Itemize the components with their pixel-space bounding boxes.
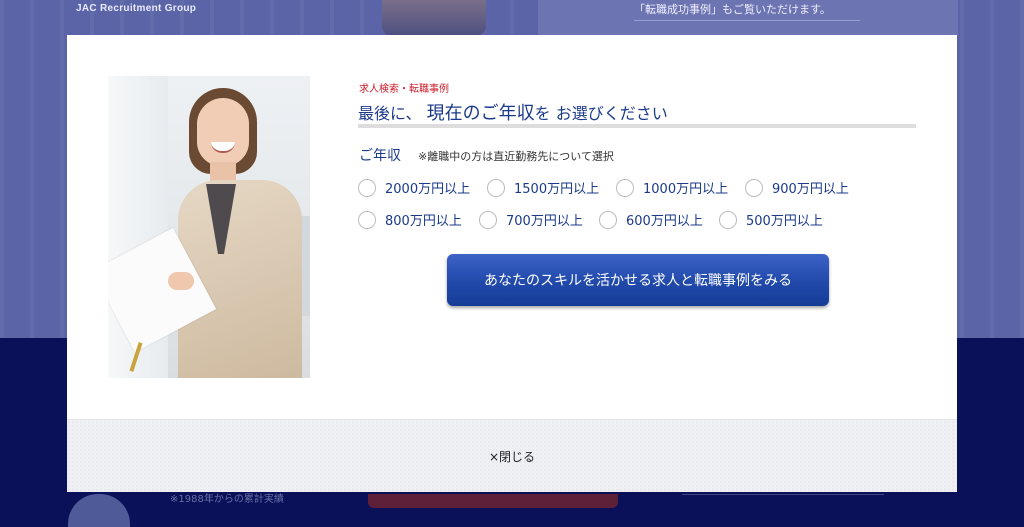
income-option-label: 500万円以上 <box>746 214 823 229</box>
close-button[interactable]: ×閉じる <box>67 420 957 492</box>
title-suffix: お選びください <box>555 104 668 123</box>
income-option-label: 1500万円以上 <box>514 182 600 197</box>
section-kicker: 求人検索・転職事例 <box>359 84 449 95</box>
background-badge-icon <box>913 490 955 506</box>
radio-circle-icon[interactable] <box>599 210 617 229</box>
brand-name: JAC Recruitment Group <box>76 3 197 14</box>
radio-circle-icon[interactable] <box>745 178 763 197</box>
radio-circle-icon[interactable] <box>487 178 505 197</box>
background-notice: 「転職成功事例」もご覧いただけます。 <box>634 3 831 16</box>
title-emphasis: 現在のご年収 <box>426 103 535 124</box>
radio-circle-icon[interactable] <box>358 178 376 197</box>
income-option-1000[interactable]: 1000万円以上 <box>616 178 728 197</box>
radio-circle-icon[interactable] <box>358 210 376 229</box>
radio-circle-icon[interactable] <box>719 210 737 229</box>
income-option-2000[interactable]: 2000万円以上 <box>358 178 470 197</box>
background-portrait <box>382 0 486 36</box>
background-button <box>368 494 618 508</box>
income-option-800[interactable]: 800万円以上 <box>358 210 462 229</box>
income-option-label: 2000万円以上 <box>385 182 471 197</box>
income-note: ※離職中の方は直近勤務先について選択 <box>418 150 614 163</box>
background-divider <box>634 20 860 21</box>
income-option-label: 700万円以上 <box>506 214 583 229</box>
radio-circle-icon[interactable] <box>616 178 634 197</box>
income-option-1500[interactable]: 1500万円以上 <box>487 178 599 197</box>
modal-footer: ×閉じる <box>67 419 957 492</box>
modal-title: 最後に、 現在のご年収を お選びください <box>358 99 668 125</box>
income-option-500[interactable]: 500万円以上 <box>719 210 823 229</box>
income-option-label: 600万円以上 <box>626 214 703 229</box>
title-underline <box>358 124 916 128</box>
income-modal: 求人検索・転職事例 最後に、 現在のご年収を お選びください ご年収 ※離職中の… <box>67 35 957 492</box>
background-underline <box>682 494 884 495</box>
background-stat-note: ※1988年からの累計実績 <box>170 494 284 505</box>
income-option-700[interactable]: 700万円以上 <box>479 210 583 229</box>
view-jobs-button[interactable]: あなたのスキルを活かせる求人と転職事例をみる <box>447 254 829 306</box>
income-option-label: 800万円以上 <box>385 214 462 229</box>
title-particle: を <box>534 104 551 123</box>
income-label: ご年収 <box>359 148 401 164</box>
income-option-label: 1000万円以上 <box>643 182 729 197</box>
income-option-label: 900万円以上 <box>772 182 849 197</box>
income-option-900[interactable]: 900万円以上 <box>745 178 849 197</box>
radio-circle-icon[interactable] <box>479 210 497 229</box>
income-option-600[interactable]: 600万円以上 <box>599 210 703 229</box>
title-prefix: 最後に、 <box>358 104 422 123</box>
businesswoman-photo <box>108 76 310 378</box>
